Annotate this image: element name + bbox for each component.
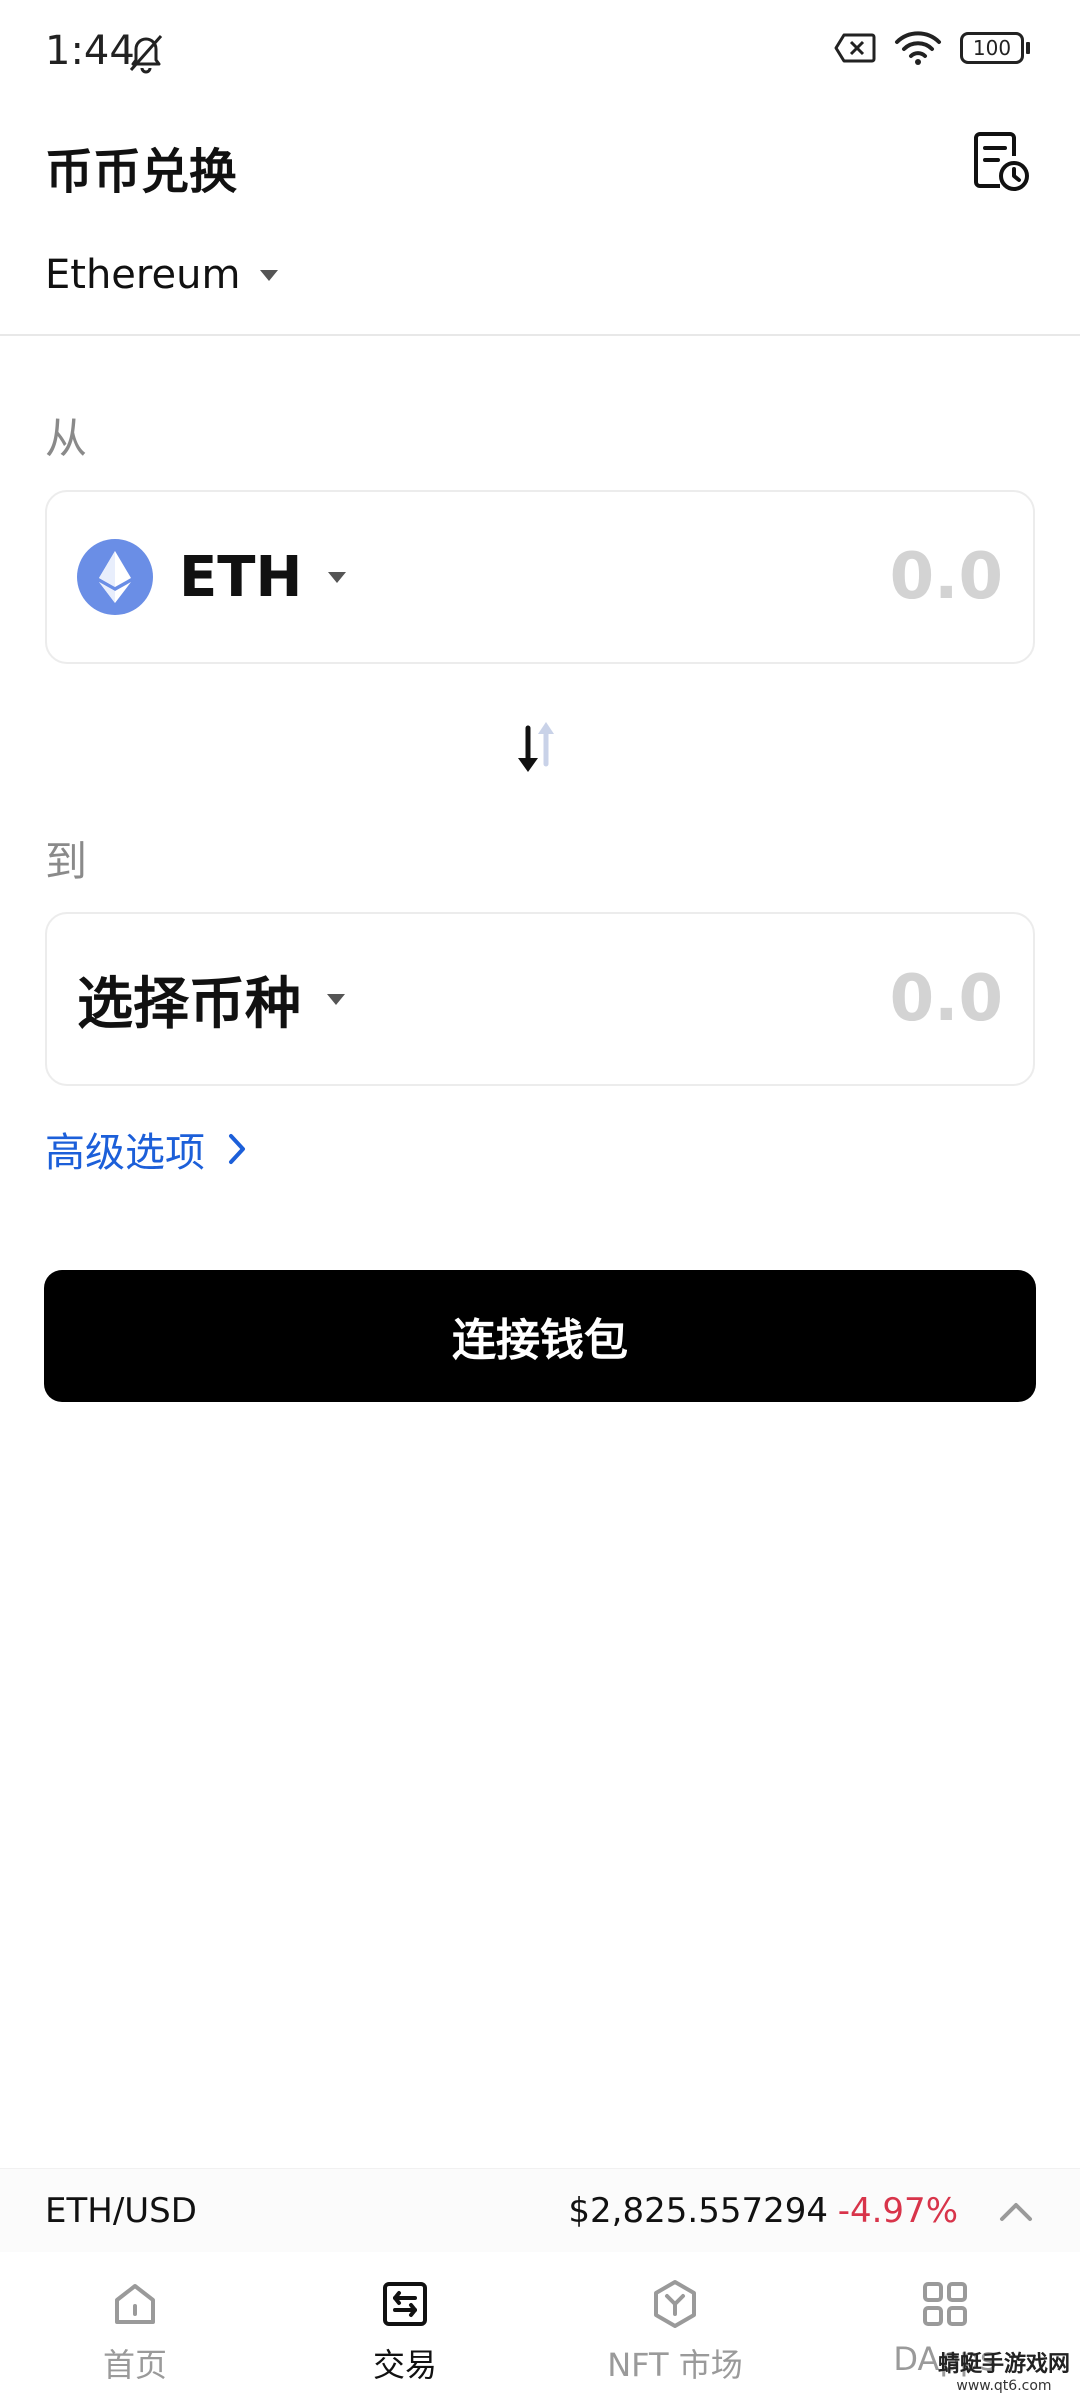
to-label: 到 [45, 837, 88, 886]
trade-icon [383, 2282, 427, 2326]
connect-wallet-button[interactable]: 连接钱包 [44, 1270, 1036, 1402]
nav-label-trade: 交易 [372, 2346, 437, 2384]
caret-down-icon [328, 571, 347, 583]
caret-down-icon [327, 993, 345, 1005]
nav-item-nft-market[interactable]: NFT 市场 [540, 2252, 810, 2400]
to-token-box: 选择币种 [45, 912, 1035, 1086]
ticker-price: $2,825.557294 [568, 2191, 828, 2231]
network-label: Ethereum [45, 252, 241, 298]
status-bar: 1:44 100 [0, 0, 1080, 100]
nft-market-icon [654, 2280, 696, 2328]
wifi-icon [895, 31, 941, 65]
to-amount-input[interactable] [703, 958, 1003, 1040]
from-token-box: ETH [45, 490, 1035, 664]
battery-icon: 100 [960, 32, 1030, 64]
ticker-pair: ETH/USD [45, 2191, 197, 2231]
page-title: 币币兑换 [45, 144, 238, 200]
chevron-right-icon [229, 1134, 245, 1164]
no-sim-icon [834, 33, 876, 63]
caret-down-icon [260, 269, 279, 281]
status-icons: 100 [834, 30, 1030, 66]
advanced-options-label: 高级选项 [45, 1130, 205, 1176]
history-icon [974, 132, 1029, 191]
history-button[interactable] [970, 130, 1030, 194]
ticker-change: -4.97% [837, 2191, 958, 2231]
nav-label-nft-market: NFT 市场 [607, 2346, 743, 2384]
chevron-up-icon[interactable] [996, 2193, 1036, 2229]
bottom-nav: 首页 交易 NFT 市场 DApps [0, 2252, 1080, 2400]
dapps-grid-icon [923, 2282, 967, 2326]
to-token-name: 选择币种 [77, 971, 301, 1037]
swap-arrows-icon [518, 722, 554, 772]
from-token-selector[interactable]: ETH [77, 492, 347, 662]
advanced-options-link[interactable]: 高级选项 [45, 1120, 247, 1178]
from-token-name: ETH [179, 544, 303, 610]
divider [0, 334, 1080, 336]
nav-item-home[interactable]: 首页 [0, 2252, 270, 2400]
watermark: 蜻蜓手游戏网 www.qt6.com [938, 2346, 1070, 2394]
watermark-title: 蜻蜓手游戏网 [937, 2352, 1070, 2377]
bell-muted-icon [129, 35, 163, 74]
network-selector[interactable]: Ethereum [45, 252, 279, 298]
to-token-selector[interactable]: 选择币种 [77, 914, 345, 1084]
from-label: 从 [45, 414, 88, 463]
from-amount-input[interactable] [703, 536, 1003, 618]
status-time: 1:44 [45, 28, 135, 74]
battery-level: 100 [972, 36, 1012, 60]
eth-logo-icon [77, 539, 153, 615]
swap-direction-button[interactable] [510, 718, 570, 778]
price-ticker: ETH/USD $2,825.557294 -4.97% [0, 2168, 1080, 2252]
watermark-url: www.qt6.com [956, 2378, 1052, 2394]
nav-item-trade[interactable]: 交易 [270, 2252, 540, 2400]
nav-label-home: 首页 [102, 2346, 167, 2384]
home-icon [115, 2284, 155, 2324]
